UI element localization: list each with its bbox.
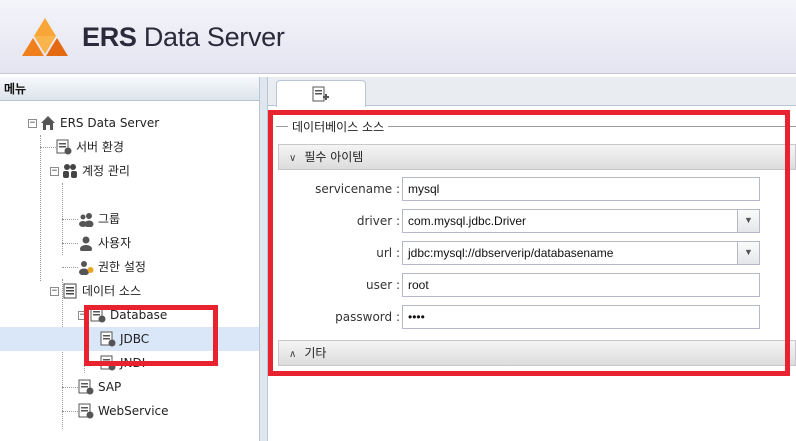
tree-item-database[interactable]: − Database <box>78 303 167 327</box>
tree-item-permission[interactable]: 권한 설정 <box>78 255 146 279</box>
tree-item-user[interactable]: 사용자 <box>78 231 131 255</box>
tree-item-jdbc[interactable]: JDBC <box>0 327 259 351</box>
datasource-icon <box>63 283 77 299</box>
tree-item-jndi[interactable]: JNDI <box>100 351 145 375</box>
tree-item-label: Database <box>110 308 168 322</box>
tree-item-webservice[interactable]: WebService <box>78 399 169 423</box>
collapse-toggle[interactable]: − <box>50 166 59 176</box>
tree-item-sap[interactable]: SAP <box>78 375 121 399</box>
fieldset-legend: 데이터베이스 소스 <box>288 118 389 135</box>
section-title: 필수 아이템 <box>304 150 364 164</box>
other-items-header[interactable]: ∧ 기타 <box>278 340 796 366</box>
tree-item-label: ERS Data Server <box>60 116 160 130</box>
tree-item-label: JNDI <box>120 356 146 370</box>
tree-item-label: JDBC <box>120 332 150 346</box>
tree-item-label: 계정 관리 <box>82 164 130 178</box>
menu-panel: 메뉴 − ERS Data Server 서버 환경 − 계정 관리 그룹 사용… <box>0 77 260 441</box>
tab-add-datasource[interactable] <box>276 80 366 107</box>
tree-item-ers-data-server[interactable]: − ERS Data Server <box>28 111 159 135</box>
ers-logo-icon <box>22 18 68 56</box>
app-header: ERS Data Server <box>0 0 796 74</box>
chevron-down-icon: ∨ <box>289 153 297 164</box>
webservice-icon <box>78 403 94 419</box>
driver-value: com.mysql.jdbc.Driver <box>408 214 527 228</box>
tree-item-account-management[interactable]: − 계정 관리 <box>50 159 130 183</box>
user-label: user : <box>365 278 400 292</box>
user-icon <box>80 236 92 251</box>
required-items-header[interactable]: ∨ 필수 아이템 <box>278 144 796 170</box>
password-label: password : <box>335 310 400 324</box>
add-document-icon <box>312 86 329 102</box>
tree-item-datasource[interactable]: − 데이터 소스 <box>50 279 141 303</box>
panel-splitter[interactable] <box>260 77 268 441</box>
tree-item-label: 그룹 <box>98 212 121 226</box>
tree-item-label: 서버 환경 <box>76 140 124 154</box>
tree-item-server-config[interactable]: 서버 환경 <box>56 135 124 159</box>
collapse-toggle[interactable]: − <box>28 118 37 128</box>
home-icon <box>41 116 55 130</box>
menu-header: 메뉴 <box>0 77 259 101</box>
driver-label: driver : <box>356 214 400 228</box>
permission-icon <box>79 261 94 275</box>
jndi-icon <box>100 355 116 371</box>
database-icon <box>90 307 106 323</box>
tree-item-label: 데이터 소스 <box>82 284 142 298</box>
tab-strip <box>268 77 796 107</box>
group-icon <box>79 213 94 227</box>
url-select[interactable]: jdbc:mysql://dbserverip/databasename ▼ <box>402 241 760 265</box>
collapse-toggle[interactable]: − <box>78 310 87 320</box>
sap-icon <box>78 379 94 395</box>
driver-select[interactable]: com.mysql.jdbc.Driver ▼ <box>402 209 760 233</box>
password-input[interactable]: •••• <box>402 305 760 329</box>
collapse-toggle[interactable]: − <box>50 286 59 296</box>
servicename-label: servicename : <box>315 182 400 196</box>
app-title: ERS Data Server <box>82 22 285 52</box>
servicename-input[interactable]: mysql <box>402 177 760 201</box>
url-value: jdbc:mysql://dbserverip/databasename <box>408 246 614 260</box>
tree-item-label: 사용자 <box>98 236 132 250</box>
url-label: url : <box>376 246 400 260</box>
tree-item-label: WebService <box>98 404 169 418</box>
chevron-up-icon: ∧ <box>289 349 297 360</box>
tree-item-label: 권한 설정 <box>98 260 146 274</box>
tree-item-label: SAP <box>98 380 122 394</box>
dropdown-arrow-icon[interactable]: ▼ <box>737 210 759 232</box>
dropdown-arrow-icon[interactable]: ▼ <box>737 242 759 264</box>
server-config-icon <box>56 139 72 155</box>
tree-item-group[interactable]: 그룹 <box>78 207 120 231</box>
form-content: 데이터베이스 소스 ∨ 필수 아이템 servicename : mysql dr… <box>268 107 796 441</box>
user-input[interactable]: root <box>402 273 760 297</box>
users-icon <box>63 164 77 178</box>
section-title: 기타 <box>304 346 327 360</box>
jdbc-icon <box>100 331 116 347</box>
